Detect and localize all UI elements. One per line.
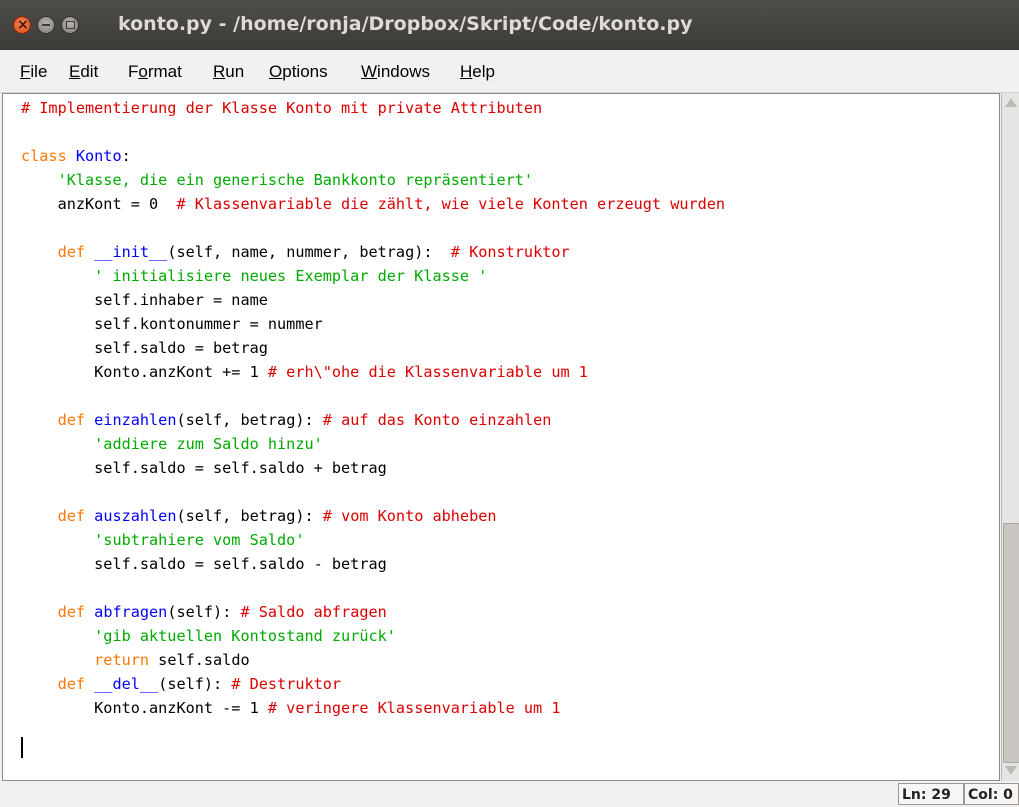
code-line-4: 'Klasse, die ein generische Bankkonto re… xyxy=(57,171,534,189)
menu-windows[interactable]: Windows xyxy=(361,62,430,82)
code-line-7: def __init__(self, name, nummer, betrag)… xyxy=(57,243,570,261)
code-line-19: 'subtrahiere vom Saldo' xyxy=(94,531,305,549)
code-line-5: anzKont = 0 # Klassenvariable die zählt,… xyxy=(57,195,726,213)
code-line-23: 'gib aktuellen Kontostand zurück' xyxy=(94,627,396,645)
close-window-button[interactable]: × xyxy=(13,16,31,34)
menu-format[interactable]: Foormatrmat xyxy=(128,62,182,82)
maximize-window-button[interactable] xyxy=(61,16,79,34)
scroll-down-arrow-icon[interactable] xyxy=(1003,763,1019,779)
code-line-12: Konto.anzKont += 1 # erh\"ohe die Klasse… xyxy=(94,363,588,381)
code-line-20: self.saldo = self.saldo - betrag xyxy=(94,555,387,573)
window-title: konto.py - /home/ronja/Dropbox/Skript/Co… xyxy=(118,13,693,35)
code-line-9: self.inhaber = name xyxy=(94,291,268,309)
menu-help[interactable]: Help xyxy=(460,62,495,82)
minimize-icon xyxy=(42,24,50,26)
close-icon: × xyxy=(17,17,29,33)
menu-edit[interactable]: Edit xyxy=(69,62,98,82)
code-line-3: class Konto: xyxy=(21,147,131,165)
minimize-window-button[interactable] xyxy=(37,16,55,34)
title-bar: × konto.py - /home/ronja/Dropbox/Skript/… xyxy=(0,0,1019,50)
code-line-26: def __del__(self): # Destruktor xyxy=(57,675,342,693)
code-line-14: def einzahlen(self, betrag): # auf das K… xyxy=(57,411,552,429)
code-line-24: return self.saldo xyxy=(94,651,250,669)
line-number-indicator: Ln: 29 xyxy=(898,783,964,805)
code-line-16: self.saldo = self.saldo + betrag xyxy=(94,459,387,477)
code-line-8: ' initialisiere neues Exemplar der Klass… xyxy=(94,267,488,285)
code-line-10: self.kontonummer = nummer xyxy=(94,315,323,333)
column-number-indicator: Col: 0 xyxy=(964,783,1019,805)
code-editor[interactable]: # Implementierung der Klasse Konto mit p… xyxy=(2,93,1000,781)
code-line-1: # Implementierung der Klasse Konto mit p… xyxy=(21,99,543,117)
menu-options[interactable]: Options xyxy=(269,62,328,82)
maximize-icon xyxy=(66,21,75,29)
code-line-27: Konto.anzKont -= 1 # veringere Klassenva… xyxy=(94,699,561,717)
code-line-11: self.saldo = betrag xyxy=(94,339,268,357)
scroll-up-arrow-icon[interactable] xyxy=(1003,94,1019,110)
code-line-15: 'addiere zum Saldo hinzu' xyxy=(94,435,323,453)
menu-bar: File Edit Foormatrmat Run Options Window… xyxy=(0,50,1019,93)
text-cursor xyxy=(21,737,23,758)
menu-run[interactable]: Run xyxy=(213,62,244,82)
scrollbar-thumb[interactable] xyxy=(1003,523,1019,763)
code-line-22: def abfragen(self): # Saldo abfragen xyxy=(57,603,387,621)
code-line-18: def auszahlen(self, betrag): # vom Konto… xyxy=(57,507,497,525)
status-bar: Ln: 29 Col: 0 xyxy=(0,781,1019,807)
menu-file[interactable]: File xyxy=(20,62,47,82)
vertical-scrollbar[interactable] xyxy=(1001,93,1019,781)
